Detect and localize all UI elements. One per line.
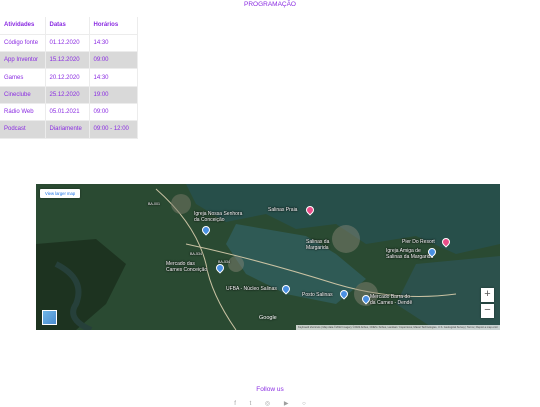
table-row: Rádio Web 05.01.2021 09:00 bbox=[0, 103, 138, 122]
date-cell: 25.12.2020 bbox=[45, 86, 90, 104]
table-row: Código fonte 01.12.2020 14:30 bbox=[0, 34, 138, 53]
time-cell: 14:30 bbox=[89, 34, 138, 53]
zoom-in-button[interactable]: + bbox=[481, 288, 494, 302]
column-header-activities: Atividades bbox=[0, 17, 46, 35]
place-label-salinas-praia[interactable]: Salinas Praia bbox=[268, 207, 297, 214]
place-label-salinas-margarida[interactable]: Salinas da Margarida bbox=[306, 239, 329, 251]
date-cell: 05.01.2021 bbox=[45, 103, 90, 122]
activity-cell: Cineclube bbox=[0, 86, 46, 104]
date-cell: 01.12.2020 bbox=[45, 34, 90, 53]
date-cell: 15.12.2020 bbox=[45, 51, 90, 70]
activity-cell: Podcast bbox=[0, 120, 46, 139]
facebook-icon[interactable]: f bbox=[234, 401, 236, 407]
social-icons-row: f t ◎ ▶ ○ bbox=[0, 400, 540, 407]
time-cell: 14:30 bbox=[89, 68, 138, 87]
time-cell: 09:00 bbox=[89, 103, 138, 122]
table-row: App Inventor 15.12.2020 09:00 bbox=[0, 51, 138, 70]
embedded-map[interactable]: View larger map BA-001 BA-534 BA-534 Igr… bbox=[36, 184, 500, 330]
activity-cell: App Inventor bbox=[0, 51, 46, 70]
place-label-nucleo-salinas[interactable]: UFBA - Núcleo Salinas bbox=[226, 286, 277, 293]
date-cell: Diariamente bbox=[45, 120, 90, 139]
time-cell: 09:00 bbox=[89, 51, 138, 70]
place-label-mercado-barra[interactable]: Mercado Barra do da Carnes - Dendê bbox=[370, 294, 412, 306]
follow-us-label: Follow us bbox=[256, 386, 284, 393]
instagram-icon[interactable]: ◎ bbox=[265, 400, 270, 407]
twitter-icon[interactable]: t bbox=[250, 401, 252, 407]
program-title: PROGRAMAÇÃO bbox=[243, 1, 296, 8]
place-label-igreja-amiga[interactable]: Igreja Amiga de Salinas da Margarida bbox=[386, 248, 433, 260]
table-header-row: Atividades Datas Horários bbox=[0, 17, 138, 35]
map-attribution[interactable]: Keyboard shortcuts | Map data ©2022 Imag… bbox=[296, 325, 500, 330]
youtube-icon[interactable]: ▶ bbox=[284, 400, 289, 407]
table-row: Cineclube 25.12.2020 19:00 bbox=[0, 86, 138, 104]
column-header-times: Horários bbox=[89, 17, 138, 35]
road-label: BA-534 bbox=[190, 252, 202, 256]
table-row: Podcast Diariamente 09:00 - 12:00 bbox=[0, 120, 138, 139]
time-cell: 09:00 - 12:00 bbox=[89, 120, 138, 139]
map-layers-thumbnail-icon[interactable] bbox=[42, 310, 57, 325]
place-label-posto-salinas[interactable]: Posto Salinas bbox=[302, 292, 333, 299]
place-label-igreja-conceicao[interactable]: Igreja Nossa Senhora da Conceição bbox=[194, 211, 242, 223]
view-larger-map-link[interactable]: View larger map bbox=[40, 189, 81, 198]
column-header-dates: Datas bbox=[45, 17, 90, 35]
google-logo: Google bbox=[259, 315, 277, 321]
road-label: BA-001 bbox=[148, 202, 160, 206]
table-row: Games 20.12.2020 14:30 bbox=[0, 68, 138, 87]
activity-cell: Games bbox=[0, 68, 46, 87]
zoom-out-button[interactable]: − bbox=[481, 304, 494, 318]
time-cell: 19:00 bbox=[89, 86, 138, 104]
schedule-table: Atividades Datas Horários Código fonte 0… bbox=[0, 17, 138, 139]
whatsapp-icon[interactable]: ○ bbox=[302, 401, 306, 407]
activity-cell: Código fonte bbox=[0, 34, 46, 53]
activity-cell: Rádio Web bbox=[0, 103, 46, 122]
place-label-mercado-conceicao[interactable]: Mercado das Carnes Conceição bbox=[166, 261, 207, 273]
date-cell: 20.12.2020 bbox=[45, 68, 90, 87]
place-label-pier-resort[interactable]: Pier Do Resort bbox=[402, 239, 435, 246]
